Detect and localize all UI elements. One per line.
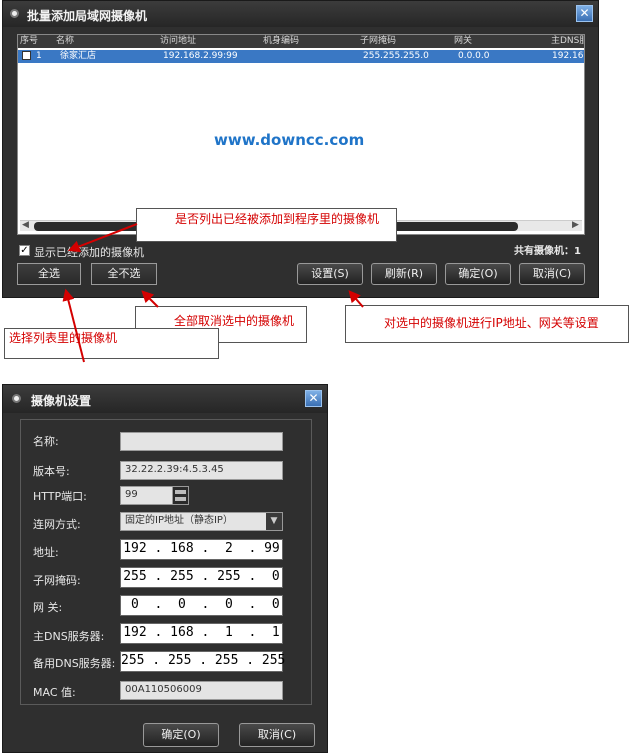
network-mode-value: 固定的IP地址（静态IP） [125, 515, 233, 526]
version-label: 版本号: [33, 465, 70, 478]
arrow-show-added [67, 223, 138, 253]
gateway-field[interactable]: 0 . 0 . 0 . 0 [120, 595, 283, 616]
cancel-button[interactable]: 取消(C) [239, 723, 315, 747]
camera-settings-window: 摄像机设置 ✕ 名称: 版本号: 32.22.2.39:4.5.3.45 HTT… [2, 384, 328, 753]
arrow-deselect-all [141, 290, 159, 308]
arrow-settings [348, 290, 364, 308]
http-port-label: HTTP端口: [33, 490, 87, 503]
secondary-dns-field[interactable]: 255 . 255 . 255 . 255 [120, 651, 285, 672]
name-field[interactable] [120, 432, 283, 451]
network-mode-select[interactable]: 固定的IP地址（静态IP） ▼ [120, 512, 283, 531]
address-field[interactable]: 192 . 168 . 2 . 99 [120, 539, 283, 560]
chevron-down-icon[interactable]: ▼ [266, 513, 282, 530]
version-field: 32.22.2.39:4.5.3.45 [120, 461, 283, 480]
stepper-down-icon[interactable] [175, 497, 186, 501]
window-title: 摄像机设置 [31, 394, 92, 408]
annotation-arrows [62, 223, 364, 363]
subnet-mask-label: 子网掩码: [33, 574, 81, 587]
stepper-up-icon[interactable] [175, 490, 186, 494]
name-label: 名称: [33, 435, 59, 448]
network-mode-label: 连网方式: [33, 518, 81, 531]
ok-button[interactable]: 确定(O) [143, 723, 219, 747]
app-icon [12, 394, 21, 403]
secondary-dns-label: 备用DNS服务器: [33, 657, 116, 670]
mac-label: MAC 值: [33, 686, 76, 699]
mac-field: 00A110506009 [120, 681, 283, 700]
address-label: 地址: [33, 546, 59, 559]
primary-dns-field[interactable]: 192 . 168 . 1 . 1 [120, 623, 283, 644]
port-stepper[interactable] [172, 486, 189, 505]
subnet-mask-field[interactable]: 255 . 255 . 255 . 0 [120, 567, 283, 588]
camera-settings-titlebar: 摄像机设置 ✕ [3, 385, 327, 413]
close-icon[interactable]: ✕ [305, 390, 322, 407]
primary-dns-label: 主DNS服务器: [33, 630, 105, 643]
gateway-label: 网 关: [33, 601, 63, 614]
http-port-field[interactable]: 99 [120, 486, 174, 505]
arrow-select-all [62, 288, 85, 363]
